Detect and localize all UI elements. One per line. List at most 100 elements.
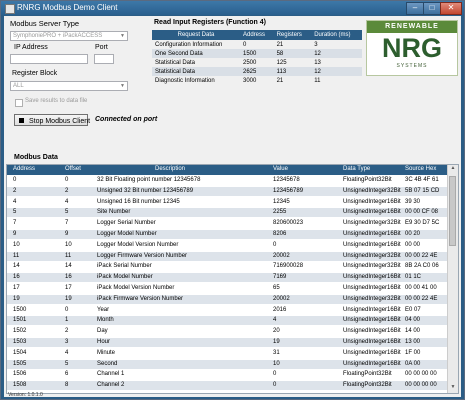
cell: 8206 <box>273 231 287 237</box>
maximize-icon: □ <box>429 3 435 12</box>
cell: 16 <box>13 274 20 281</box>
title-bar[interactable]: RNRG Modbus Demo Client – □ ✕ <box>1 1 464 15</box>
table-row[interactable]: 1508 8 Channel 2 0 FloatingPoint32Bit 00 00 0… <box>7 381 447 391</box>
table-row[interactable]: 0 0 32 Bit Floating point number 12345678 1… <box>7 176 447 185</box>
cell: UnsignedInteger16Bit <box>343 241 401 248</box>
cell: Diagnostic Information <box>155 77 215 84</box>
cell: iPack Serial Number <box>97 263 152 270</box>
save-results-checkbox[interactable] <box>15 99 23 107</box>
cell: 3 <box>65 339 69 345</box>
cell: 16 <box>65 274 72 281</box>
cell: 11 <box>65 252 72 259</box>
cell: 820600023 <box>273 220 304 227</box>
cell: 2500 <box>243 59 257 66</box>
cell: 1502 <box>13 328 27 335</box>
table-row[interactable]: 9 9 Logger Model Number 8206 UnsignedInteger… <box>7 230 447 239</box>
table-row[interactable]: Statistical Data 2625 113 12 <box>152 67 362 76</box>
cell: 21 <box>276 41 284 48</box>
cell: 65 <box>273 285 280 291</box>
table-row[interactable]: 11 11 Logger Firmware Version Number 20002 U… <box>7 251 447 261</box>
cell: UnsignedInteger16Bit <box>343 360 401 367</box>
table-row[interactable]: 19 19 iPack Firmware Version Number 20002 Un… <box>7 294 447 304</box>
maximize-button[interactable]: □ <box>423 2 441 15</box>
cell: 11 <box>13 252 20 259</box>
cell: UnsignedInteger16Bit <box>343 349 401 356</box>
modbus-data-title: Modbus Data <box>14 154 58 161</box>
col-address: Address <box>240 30 274 40</box>
cell: iPack Model Version Number <box>97 285 175 291</box>
table-row[interactable]: 16 16 iPack Model Number 7169 UnsignedIntege… <box>7 273 447 283</box>
register-block-value: ALL <box>13 83 24 89</box>
table-row[interactable]: 7 7 Logger Serial Number 820600023 UnsignedI… <box>7 219 447 228</box>
cell: 12 <box>311 49 362 58</box>
dropdown-arrow-icon: ▼ <box>120 83 125 89</box>
cell: Channel 1 <box>97 371 125 378</box>
cell: 1504 <box>13 349 27 356</box>
table-row[interactable]: 4 4 Unsigned 16 Bit number 12345 12345 Unsig… <box>7 198 447 207</box>
cell: 5 <box>13 209 17 216</box>
stop-modbus-button[interactable]: Stop Modbus Client <box>14 114 90 126</box>
ip-address-input[interactable] <box>10 54 88 64</box>
logo-bottom-text: SYSTEMS <box>396 63 428 69</box>
col-registers: Registers <box>273 30 312 40</box>
scroll-thumb[interactable] <box>449 176 456 246</box>
cell: Unsigned 32 Bit number 123456789 <box>97 187 194 194</box>
nrg-logo: RENEWABLE NRG SYSTEMS <box>366 20 458 76</box>
cell: 7169 <box>273 274 287 281</box>
cell: 20002 <box>273 295 290 302</box>
ip-address-label: IP Address <box>14 44 48 51</box>
table-row[interactable]: 5 5 Site Number 2255 UnsignedInteger16Bit 00 … <box>7 208 447 218</box>
cell: Logger Firmware Version Number <box>97 252 188 259</box>
table-row[interactable]: One Second Data 1500 58 12 <box>152 49 362 58</box>
table-row[interactable]: 10 10 Logger Model Version Number 0 Unsigned… <box>7 241 447 250</box>
port-input[interactable] <box>94 54 114 64</box>
cell: 00 00 CF 08 <box>405 209 439 216</box>
cell: Statistical Data <box>155 59 196 66</box>
cell: 14 00 <box>405 328 421 335</box>
server-type-select[interactable]: SymphoniePRO + iPackACCESS ▼ <box>10 31 128 41</box>
col-data-type: Data Type <box>343 166 371 172</box>
cell: 2625 <box>240 67 274 76</box>
table-row[interactable]: 1506 6 Channel 1 0 FloatingPoint32Bit 00 00 0… <box>7 370 447 379</box>
cell: E0 07 <box>405 306 421 313</box>
cell: UnsignedInteger16Bit <box>343 274 401 281</box>
cell: UnsignedInteger32Bit <box>343 295 401 302</box>
input-registers-title: Read Input Registers (Function 4) <box>154 19 267 26</box>
table-row[interactable]: 1502 2 Day 20 UnsignedInteger16Bit 14 00 <box>7 327 447 336</box>
table-row[interactable]: 1504 4 Minute 31 UnsignedInteger16Bit 1F 00 <box>7 349 447 358</box>
vertical-scrollbar[interactable]: ▲ ▼ <box>447 165 458 393</box>
minimize-button[interactable]: – <box>406 2 424 15</box>
cell: UnsignedInteger16Bit <box>343 198 401 205</box>
table-row[interactable]: 1500 0 Year 2016 UnsignedInteger16Bit E0 07 <box>7 306 447 315</box>
cell: 00 00 22 4E <box>405 295 438 302</box>
cell: 13 <box>314 59 321 66</box>
status-bar: Version: 1.0.1.0 <box>4 392 461 398</box>
cell: 716900028 <box>273 263 304 270</box>
table-row[interactable]: 1505 5 Second 10 UnsignedInteger16Bit 0A 00 <box>7 359 447 369</box>
cell: 04 00 <box>405 317 421 324</box>
table-row[interactable]: Statistical Data 2500 125 13 <box>152 58 362 67</box>
cell: 10 <box>65 241 72 248</box>
cell: FloatingPoint32Bit <box>343 371 392 378</box>
cell: 1501 <box>13 317 27 324</box>
table-row[interactable]: Configuration Information 0 21 3 <box>152 40 362 49</box>
table-row[interactable]: 14 14 iPack Serial Number 716900028 Unsigned… <box>7 262 447 271</box>
table-row[interactable]: 17 17 iPack Model Version Number 65 Unsigned… <box>7 284 447 293</box>
cell: 0 <box>273 382 277 389</box>
table-row[interactable]: 2 2 Unsigned 32 Bit number 123456789 123456… <box>7 186 447 196</box>
col-request-data: Request Data <box>152 30 240 40</box>
table-row[interactable]: 1503 3 Hour 19 UnsignedInteger16Bit 13 00 <box>7 338 447 347</box>
scroll-up-icon[interactable]: ▲ <box>448 165 458 174</box>
cell: 01 1C <box>405 274 422 281</box>
table-row[interactable]: Diagnostic Information 3000 21 11 <box>152 76 362 85</box>
logo-top-text: RENEWABLE <box>367 21 457 33</box>
col-description: Description <box>155 166 186 172</box>
close-button[interactable]: ✕ <box>440 2 462 15</box>
col-source-hex: Source Hex <box>405 166 437 172</box>
cell: UnsignedInteger16Bit <box>343 328 401 335</box>
register-block-select[interactable]: ALL ▼ <box>10 81 128 91</box>
table-row[interactable]: 1501 1 Month 4 UnsignedInteger16Bit 04 00 <box>7 316 447 326</box>
cell: 3 <box>314 41 318 48</box>
cell: 19 <box>65 295 72 302</box>
cell: 0A 00 <box>405 360 421 367</box>
